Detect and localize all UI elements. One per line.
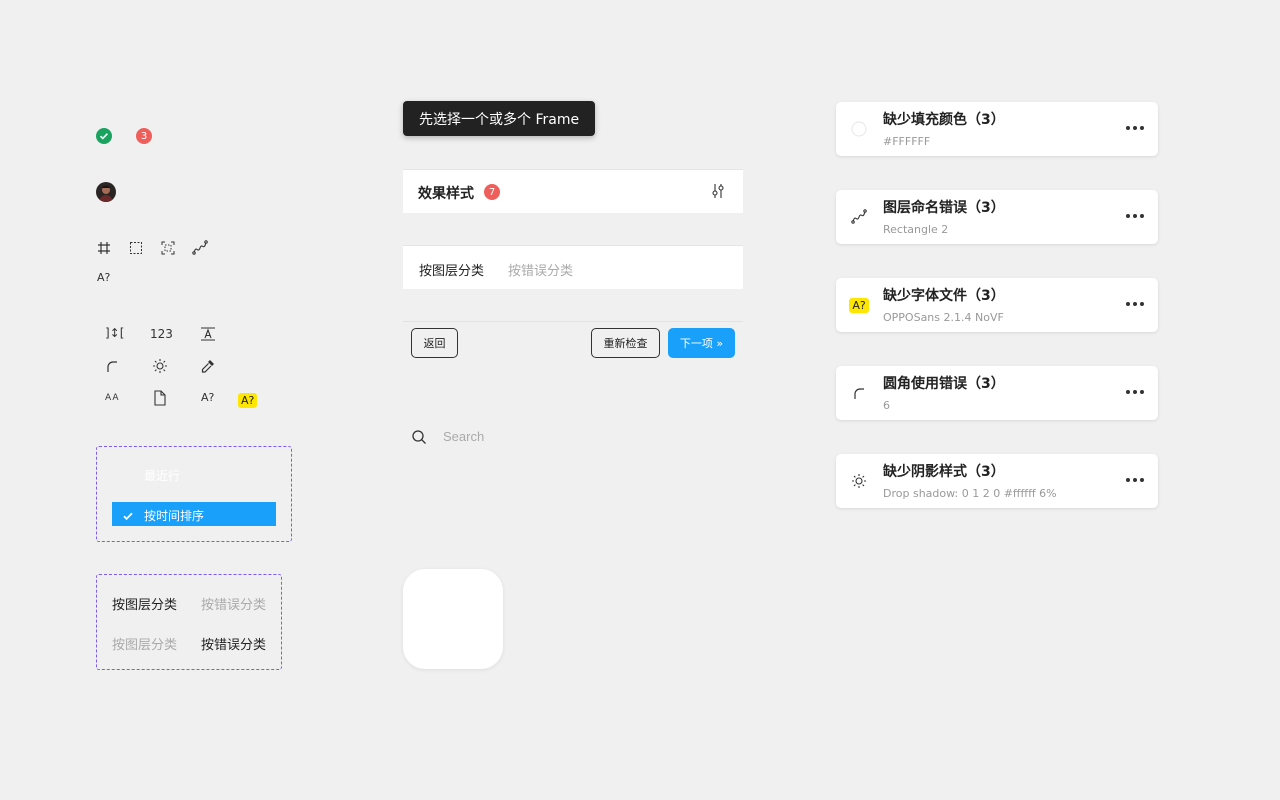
tooltip: 先选择一个或多个 Frame <box>403 101 596 136</box>
sun-icon <box>850 472 868 490</box>
component-icon <box>159 239 177 257</box>
letter-spacing-icon: ]↕[ <box>105 326 125 340</box>
group-icon <box>127 239 145 257</box>
tab-by-error[interactable]: 按错误分类 <box>201 594 266 613</box>
adjust-settings-icon[interactable] <box>710 183 726 203</box>
tab-by-layer[interactable]: 按图层分类 <box>112 634 177 653</box>
card-subtitle: Drop shadow: 0 1 2 0 #ffffff 6% <box>883 487 1057 500</box>
small-caps-label: AA <box>105 393 120 403</box>
font-missing-icon: A? <box>97 271 110 284</box>
card-subtitle: #FFFFFF <box>883 135 931 148</box>
numbers-label: 123 <box>150 327 173 341</box>
search-icon <box>411 429 427 449</box>
issue-card-layer-naming[interactable]: 图层命名错误（3） Rectangle 2 <box>836 190 1158 244</box>
more-icon[interactable] <box>1126 126 1144 130</box>
effect-style-header[interactable]: 效果样式 7 <box>403 169 743 213</box>
recheck-button[interactable]: 重新检查 <box>591 328 660 358</box>
font-missing-label: A? <box>97 271 111 284</box>
section-title: 效果样式 <box>418 186 474 202</box>
vector-path-icon <box>191 239 209 257</box>
count-badge-value: 7 <box>488 186 496 198</box>
more-icon[interactable] <box>1126 478 1144 482</box>
issue-card-fill-color[interactable]: 缺少填充颜色（3） #FFFFFF <box>836 102 1158 156</box>
dropdown-item-recent[interactable]: 最近行 <box>112 463 276 485</box>
next-button[interactable]: 下一项 » <box>668 328 735 358</box>
dropdown-item-label: 最近行 <box>144 469 181 483</box>
recheck-label: 重新检查 <box>603 337 648 350</box>
search-placeholder: Search <box>443 429 485 444</box>
issue-card-font-missing[interactable]: A? 缺少字体文件（3） OPPOSans 2.1.4 NoVF <box>836 278 1158 332</box>
search-bar[interactable]: Search <box>403 424 743 450</box>
card-title: 缺少填充颜色（3） <box>883 112 1005 128</box>
card-subtitle: OPPOSans 2.1.4 NoVF <box>883 311 1004 324</box>
error-count-badge: 3 <box>136 128 152 144</box>
plugin-icon-tile <box>403 569 503 669</box>
count-badge: 7 <box>484 184 500 200</box>
tabs-demo: 按图层分类 按错误分类 按图层分类 按错误分类 <box>96 574 282 670</box>
tab-by-error[interactable]: 按错误分类 <box>508 260 573 279</box>
issue-card-corner-radius[interactable]: 圆角使用错误（3） 6 <box>836 366 1158 420</box>
tab-by-layer[interactable]: 按图层分类 <box>112 594 177 613</box>
more-icon[interactable] <box>1126 214 1144 218</box>
dropdown-item-sort-by-time[interactable]: 按时间排序 <box>112 502 276 526</box>
group-tabs: 按图层分类 按错误分类 <box>403 245 743 289</box>
card-subtitle: Rectangle 2 <box>883 223 949 236</box>
check-icon <box>122 507 134 526</box>
frame-grid-icon <box>95 239 113 257</box>
divider <box>403 321 743 322</box>
small-caps-icon: AA <box>105 393 120 403</box>
vector-path-icon <box>850 208 868 226</box>
font-missing-icon: A? <box>849 296 869 314</box>
circle-icon <box>850 120 868 138</box>
tooltip-text: 先选择一个或多个 Frame <box>419 111 580 128</box>
card-title: 圆角使用错误（3） <box>883 376 1005 392</box>
document-icon <box>151 389 169 407</box>
sun-icon <box>151 357 169 375</box>
font-question-icon: A? <box>201 391 214 404</box>
avatar <box>96 182 116 202</box>
next-label: 下一项 » <box>679 337 724 350</box>
back-button[interactable]: 返回 <box>411 328 458 358</box>
back-label: 返回 <box>423 337 446 350</box>
font-question-highlight-label: A? <box>238 393 258 408</box>
font-question-highlight-icon: A? <box>238 389 258 408</box>
check-circle-icon <box>95 127 113 145</box>
issue-card-shadow-style[interactable]: 缺少阴影样式（3） Drop shadow: 0 1 2 0 #ffffff 6… <box>836 454 1158 508</box>
numbers-icon: 123 <box>150 327 173 341</box>
tab-by-layer[interactable]: 按图层分类 <box>419 260 484 279</box>
font-question-label: A? <box>201 391 215 404</box>
card-title: 缺少阴影样式（3） <box>883 464 1005 480</box>
tab-by-error[interactable]: 按错误分类 <box>201 634 266 653</box>
text-box-icon <box>199 325 217 343</box>
more-icon[interactable] <box>1126 302 1144 306</box>
error-count: 3 <box>140 130 148 142</box>
corner-radius-icon <box>103 357 121 375</box>
eyedropper-icon <box>199 357 217 375</box>
sort-dropdown: 最近行 按时间排序 <box>96 446 292 542</box>
font-missing-label: A? <box>849 297 869 313</box>
dropdown-item-label: 按时间排序 <box>144 509 205 523</box>
card-title: 图层命名错误（3） <box>883 200 1005 216</box>
corner-radius-icon <box>850 384 868 402</box>
card-title: 缺少字体文件（3） <box>883 288 1005 304</box>
more-icon[interactable] <box>1126 390 1144 394</box>
card-subtitle: 6 <box>883 399 890 412</box>
